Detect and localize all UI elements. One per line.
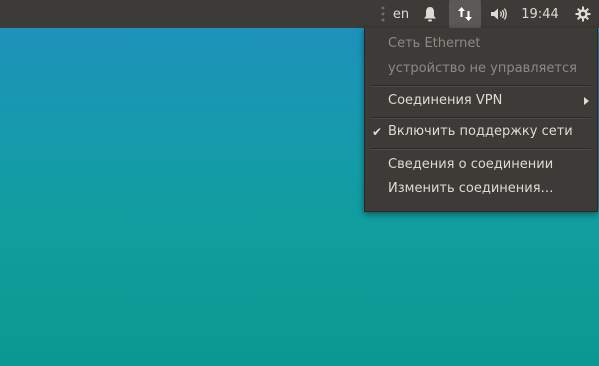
edit-connections-item[interactable]: Изменить соединения… xyxy=(365,178,597,200)
gear-icon xyxy=(575,6,591,22)
keyboard-layout-indicator[interactable]: en xyxy=(389,0,413,28)
session-menu-indicator[interactable] xyxy=(571,0,595,28)
ethernet-title-item: Сеть Ethernet xyxy=(365,33,597,55)
ethernet-status-item: устройство не управляется xyxy=(365,58,597,80)
connection-info-item[interactable]: Сведения о соединении xyxy=(365,154,597,176)
top-panel: en 19:44 xyxy=(0,0,599,28)
checkmark-icon: ✔ xyxy=(372,125,383,139)
enable-networking-item[interactable]: ✔ Включить поддержку сети xyxy=(365,121,597,143)
connection-info-label: Сведения о соединении xyxy=(388,157,554,172)
ethernet-title: Сеть Ethernet xyxy=(388,36,481,51)
language-label: en xyxy=(392,6,410,22)
drag-handle-icon xyxy=(379,0,387,28)
menu-separator xyxy=(371,148,591,150)
enable-networking-label: Включить поддержку сети xyxy=(388,124,573,139)
network-indicator[interactable] xyxy=(449,0,481,28)
submenu-arrow-icon xyxy=(584,97,589,105)
vpn-connections-label: Соединения VPN xyxy=(388,93,503,108)
clock-indicator[interactable]: 19:44 xyxy=(517,0,563,28)
ethernet-status: устройство не управляется xyxy=(388,61,577,76)
network-icon xyxy=(457,6,473,22)
menu-separator xyxy=(371,117,591,119)
vpn-connections-item[interactable]: Соединения VPN xyxy=(365,90,597,112)
volume-icon xyxy=(490,7,508,21)
sound-indicator[interactable] xyxy=(486,0,512,28)
network-menu: Сеть Ethernet устройство не управляется … xyxy=(364,28,598,212)
notification-indicator[interactable] xyxy=(419,0,441,28)
edit-connections-label: Изменить соединения… xyxy=(388,181,554,196)
bell-icon xyxy=(423,6,437,22)
menu-separator xyxy=(371,85,591,87)
clock-time: 19:44 xyxy=(521,6,559,22)
